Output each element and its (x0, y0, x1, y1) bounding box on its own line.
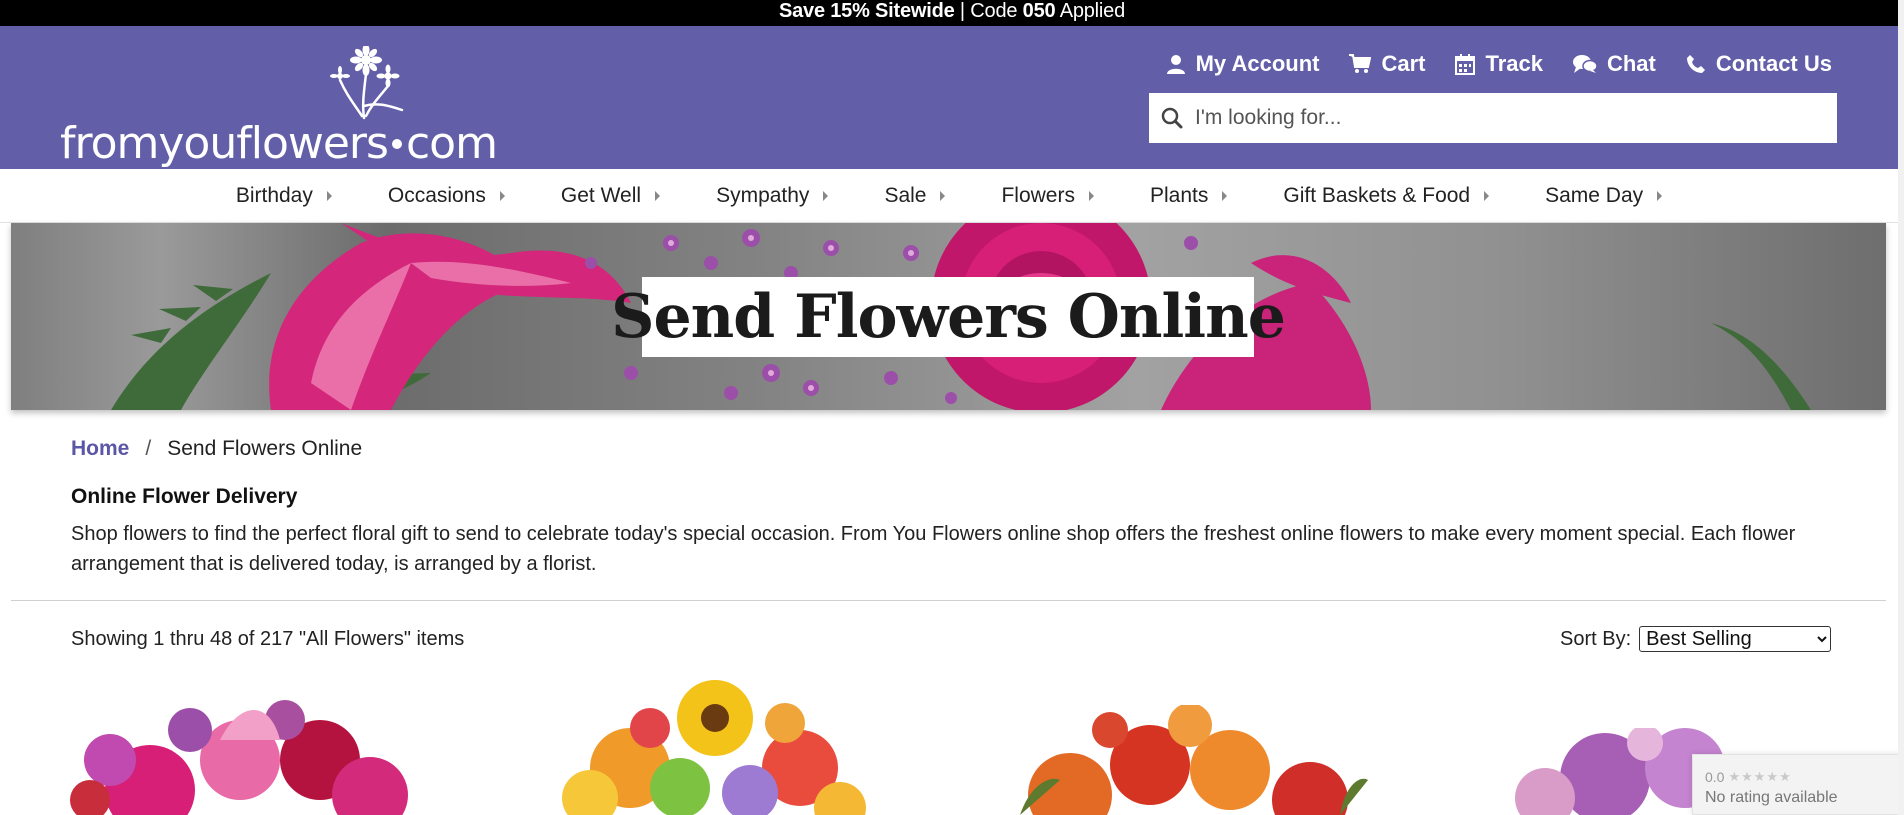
utility-nav: My Account Cart Track Chat Contact Us (1166, 48, 1832, 80)
promo-suffix: Applied (1055, 0, 1126, 22)
logo-text-left: fromyouflowers (60, 118, 389, 169)
chat-label: Chat (1606, 51, 1656, 76)
breadcrumb-home-link[interactable]: Home (71, 437, 129, 461)
caret-right-icon (1657, 191, 1663, 201)
bouquet-image (1020, 705, 1368, 815)
nav-same-day[interactable]: Same Day (1517, 184, 1690, 208)
rating-score: 0.0 (1705, 769, 1725, 785)
nav-label: Gift Baskets & Food (1283, 183, 1471, 207)
rating-row: 0.0 ★★★★★ (1705, 769, 1903, 785)
promo-code-label: Code (970, 0, 1023, 22)
product-image-2[interactable] (550, 678, 880, 815)
rating-text: No rating available (1705, 789, 1838, 806)
caret-right-icon (1484, 191, 1490, 201)
caret-right-icon (499, 191, 505, 201)
contact-us-label: Contact Us (1715, 51, 1832, 76)
page-scrollbar[interactable] (1898, 0, 1904, 815)
phone-icon (1686, 55, 1705, 73)
cart-label: Cart (1381, 51, 1426, 76)
intro-title: Online Flower Delivery (71, 485, 298, 508)
my-account-label: My Account (1195, 51, 1320, 76)
cart-icon (1349, 54, 1372, 73)
track-label: Track (1485, 51, 1543, 76)
rating-badge[interactable]: 0.0 ★★★★★ No rating available (1692, 754, 1904, 815)
nav-sale[interactable]: Sale (856, 184, 973, 208)
chat-link[interactable]: Chat (1572, 51, 1656, 77)
rating-stars: ★★★★★ (1728, 769, 1792, 784)
hero-banner: Send Flowers Online (11, 223, 1886, 410)
search-icon[interactable] (1161, 107, 1183, 129)
sort-select[interactable]: Best Selling (1639, 626, 1832, 652)
flower-logo-icon (330, 46, 404, 120)
main-nav: Birthday Occasions Get Well Sympathy Sal… (0, 169, 1898, 223)
nav-get-well[interactable]: Get Well (533, 184, 688, 208)
breadcrumb-current: Send Flowers Online (167, 437, 363, 460)
nav-flowers[interactable]: Flowers (973, 184, 1122, 208)
contact-us-link[interactable]: Contact Us (1686, 51, 1832, 77)
caret-right-icon (940, 191, 946, 201)
nav-plants[interactable]: Plants (1122, 184, 1255, 208)
sort-label: Sort By: (1560, 627, 1632, 650)
nav-label: Occasions (387, 183, 486, 207)
section-divider (11, 600, 1886, 601)
nav-label: Same Day (1545, 183, 1644, 207)
calendar-icon (1455, 53, 1476, 75)
site-header: fromyouflowers com My Account Cart Track … (0, 26, 1898, 169)
search-bar (1149, 93, 1837, 143)
caret-right-icon (655, 191, 661, 201)
nav-label: Get Well (560, 183, 642, 207)
breadcrumb: Home / Send Flowers Online (71, 437, 362, 461)
chat-icon (1572, 55, 1597, 73)
intro-text: Shop flowers to find the perfect floral … (71, 523, 1796, 575)
user-icon (1166, 55, 1185, 74)
promo-banner: Save 15% Sitewide | Code 050 Applied (0, 0, 1904, 26)
product-image-3[interactable] (1000, 705, 1370, 815)
nav-label: Plants (1149, 183, 1209, 207)
caret-right-icon (823, 191, 829, 201)
nav-birthday[interactable]: Birthday (208, 184, 360, 208)
bouquet-image (70, 700, 408, 815)
caret-right-icon (326, 191, 332, 201)
bouquet-image (562, 680, 866, 815)
nav-occasions[interactable]: Occasions (360, 184, 533, 208)
logo-dot (391, 139, 402, 149)
logo-wordmark: fromyouflowers com (60, 118, 498, 169)
caret-right-icon (1088, 191, 1094, 201)
product-image-1[interactable] (70, 700, 415, 815)
nav-label: Birthday (235, 183, 313, 207)
caret-right-icon (1222, 191, 1228, 201)
site-logo[interactable]: fromyouflowers com (60, 46, 498, 169)
sort-control: Sort By: Best Selling (1560, 626, 1832, 652)
nav-label: Flowers (1001, 183, 1075, 207)
nav-label: Sale (884, 183, 927, 207)
search-input[interactable] (1195, 98, 1815, 138)
track-link[interactable]: Track (1455, 51, 1543, 77)
cart-link[interactable]: Cart (1349, 51, 1425, 77)
my-account-link[interactable]: My Account (1166, 51, 1320, 77)
promo-separator: | (954, 0, 971, 22)
promo-bold: Save 15% Sitewide (778, 0, 955, 22)
promo-code: 050 (1022, 0, 1056, 22)
results-count: Showing 1 thru 48 of 217 "All Flowers" i… (71, 628, 465, 650)
nav-gift-baskets-food[interactable]: Gift Baskets & Food (1255, 184, 1517, 208)
nav-label: Sympathy (716, 183, 810, 207)
logo-text-right: com (405, 118, 498, 169)
hero-title: Send Flowers Online (611, 277, 1286, 357)
breadcrumb-separator: / (145, 437, 152, 460)
nav-sympathy[interactable]: Sympathy (688, 184, 856, 208)
